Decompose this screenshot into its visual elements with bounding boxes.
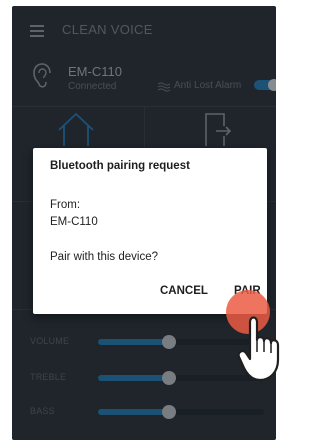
dialog-from-label: From: xyxy=(50,199,81,211)
app-screen: CLEAN VOICE EM-C110 Connected Anti Lost … xyxy=(12,6,276,440)
dialog-question: Pair with this device? xyxy=(50,251,159,263)
dialog-device-name: EM-C110 xyxy=(50,216,98,228)
dialog-title: Bluetooth pairing request xyxy=(50,160,190,172)
pairing-dialog: Bluetooth pairing request From: EM-C110 … xyxy=(33,148,267,314)
pointing-hand-icon xyxy=(238,316,280,382)
cancel-button[interactable]: CANCEL xyxy=(160,285,208,297)
